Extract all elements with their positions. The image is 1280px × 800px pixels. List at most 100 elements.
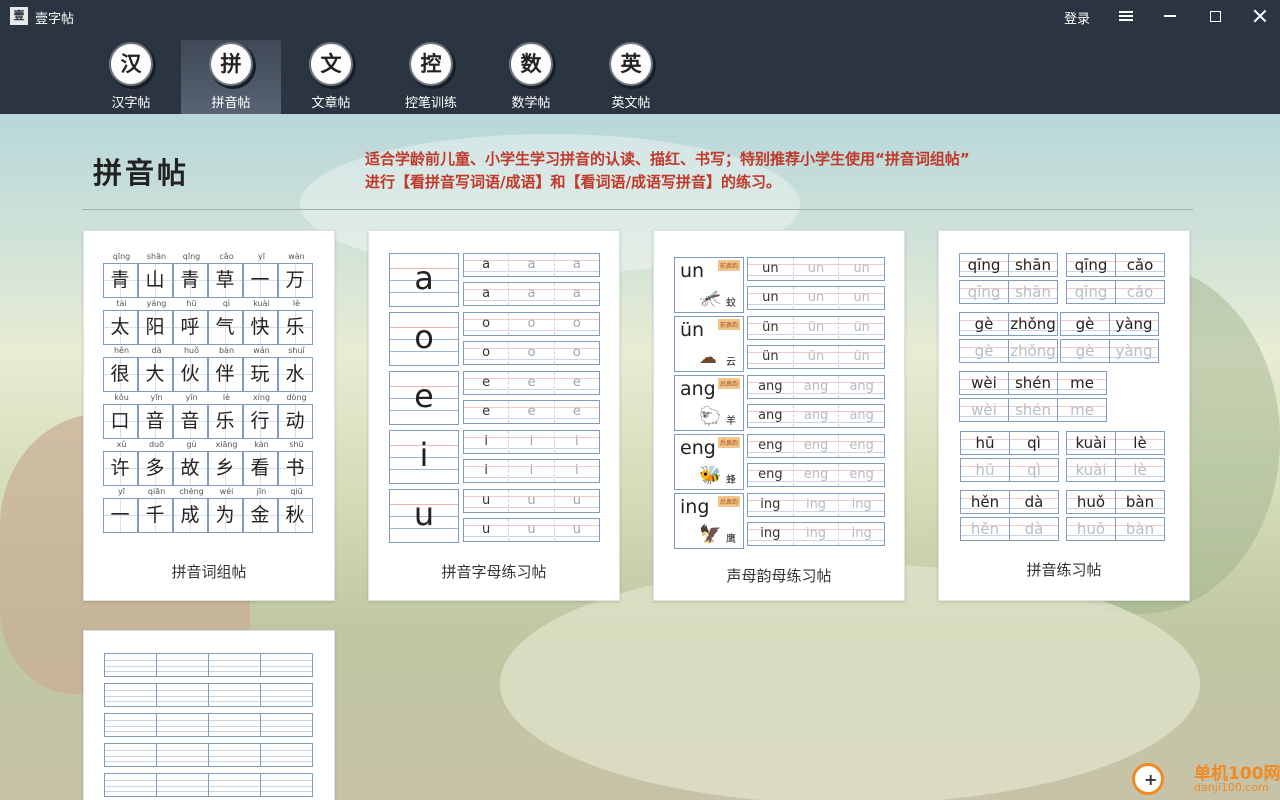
pinyin-cell: zhǒng (1008, 339, 1058, 363)
phrase-row: qīng 青 shān 山 qīng 青 cǎo 草 yī 一 wàn 万 (102, 251, 314, 298)
pinyin-text: duō (148, 440, 165, 449)
letter-practice-line: iii (463, 459, 600, 483)
phrase-cell: hěn 很 (102, 345, 139, 392)
hanzi-char: 多 (137, 451, 173, 486)
nav-tab-article[interactable]: 文 文章帖 (281, 40, 381, 114)
blank-grid-row (104, 773, 313, 797)
pinyin-word-group: hū qì (960, 431, 1059, 455)
letter-text: u (509, 519, 555, 541)
letter-text: e (554, 372, 599, 394)
letter-text: u (509, 490, 555, 512)
letter-text: a (509, 283, 555, 305)
pinyin-word-group: hěn dà (960, 490, 1059, 514)
minimize-icon[interactable] (1158, 4, 1182, 28)
card-initials-finals[interactable]: un 前鼻韵 🦟 蚊 un un un un un un ün 前鼻韵 ☁ 云 ün ün ün ün ün ün an… (653, 230, 905, 601)
pinyin-cell: yàng (1109, 339, 1159, 363)
pinyin-text: shuǐ (288, 346, 305, 355)
letter-text: u (554, 519, 599, 541)
letter-large: o (389, 312, 459, 366)
nav-tab-math[interactable]: 数 数学帖 (481, 40, 581, 114)
brush-badge-icon: 文 (311, 44, 351, 84)
pinyin-cell: yàng (1109, 312, 1159, 336)
brush-badge-icon: 数 (511, 44, 551, 84)
pinyin-word-group: qīng cǎo (1066, 253, 1165, 277)
hanzi-char: 呼 (172, 310, 208, 345)
letter-practice-line: iii (463, 430, 600, 454)
letter-text: o (509, 342, 555, 364)
app-logo-icon: 壹 (10, 7, 28, 25)
finals-char: 羊 (726, 416, 736, 427)
nav-tab-pinyin[interactable]: 拼 拼音帖 (181, 40, 281, 114)
pinyin-text: qīng (112, 252, 131, 261)
pinyin-cell: qì (1009, 431, 1059, 455)
letter-text: i (464, 460, 510, 482)
pinyin-text: yīn (150, 393, 163, 402)
pinyin-word-group: wèi shén me (959, 398, 1107, 422)
card-pinyin-practice[interactable]: qīng shān qīng shān qīng cǎo qīng cǎo gè zhǒng gè z… (938, 230, 1190, 601)
pinyin-cell: shén (1008, 371, 1058, 395)
phrase-cell: yáng 阳 (137, 298, 174, 345)
pinyin-cell: hěn (960, 490, 1010, 514)
finals-practice-line: ang ang ang (747, 404, 885, 428)
pinyin-text: xǔ (116, 440, 127, 449)
finals-text: ün (748, 346, 794, 368)
letter-text: e (554, 401, 599, 423)
pinyin-cell: lè (1115, 458, 1165, 482)
phrase-cell: qīng 青 (102, 251, 139, 298)
phrase-cell: kàn 看 (242, 439, 279, 486)
finals-text: ün (748, 317, 794, 339)
finals-text: ang (748, 376, 794, 398)
card-pinyin-phrase[interactable]: qīng 青 shān 山 qīng 青 cǎo 草 yī 一 wàn 万 tài 太 yáng 阳 hū 呼 qì… (83, 230, 335, 601)
pinyin-text: wán (253, 346, 270, 355)
card-blank-pinyin-grid[interactable] (83, 630, 335, 800)
phrase-cell: dà 大 (137, 345, 174, 392)
maximize-icon[interactable] (1203, 4, 1227, 28)
letter-text: a (509, 254, 555, 276)
pinyin-text: tài (116, 299, 127, 308)
nav-tab-label: 控笔训练 (404, 96, 457, 111)
pinyin-text: hěn (113, 346, 130, 355)
finals-row: ang 后鼻韵 🐑 羊 ang ang ang ang ang ang (674, 375, 885, 431)
finals-practice-line: ing ing ing (747, 522, 885, 546)
finals-pinyin: ang (680, 378, 716, 400)
finals-text: ing (748, 494, 794, 516)
letter-practice-line: aaa (463, 282, 600, 306)
phrase-cell: yī 一 (102, 486, 139, 533)
letter-text: i (509, 431, 555, 453)
card-pinyin-letters[interactable]: aaaaaaaoooooooeeeeeeeiiiiiiiuuuuuuu 拼音字母… (368, 230, 620, 601)
finals-card: eng 后鼻韵 🐝 蜂 (674, 434, 744, 490)
nav-tab-hanzi[interactable]: 汉 汉字帖 (81, 40, 181, 114)
finals-text: ang (839, 376, 885, 398)
pinyin-text: yī (258, 252, 265, 261)
phrase-cell: chéng 成 (172, 486, 209, 533)
phrase-row: hěn 很 dà 大 huǒ 伙 bàn 伴 wán 玩 shuǐ 水 (102, 345, 314, 392)
nav-tab-english[interactable]: 英 英文帖 (581, 40, 681, 114)
phrase-cell: xǔ 许 (102, 439, 139, 486)
pinyin-cell: kuài (1066, 458, 1116, 482)
phrase-cell: gù 故 (172, 439, 209, 486)
nav-tab-label: 拼音帖 (211, 96, 251, 111)
finals-card: un 前鼻韵 🦟 蚊 (674, 257, 744, 313)
finals-text: un (748, 258, 794, 280)
pinyin-text: wàn (288, 252, 305, 261)
pinyin-text: yīn (185, 393, 198, 402)
letter-text: a (464, 283, 510, 305)
finals-text: un (793, 258, 840, 280)
pinyin-text: huǒ (183, 346, 200, 355)
finals-tag: 后鼻韵 (717, 437, 740, 448)
pinyin-text: kàn (254, 440, 269, 449)
finals-text: ün (839, 317, 885, 339)
letter-text: o (464, 342, 510, 364)
menu-icon[interactable] (1114, 4, 1138, 28)
pinyin-word-group: wèi shén me (959, 371, 1107, 395)
close-icon[interactable] (1248, 4, 1272, 28)
letter-text: a (554, 254, 599, 276)
hanzi-char: 音 (137, 404, 173, 439)
title-bar: 壹 壹字帖 登录 (0, 0, 1280, 32)
finals-text: eng (748, 435, 794, 457)
page-title: 拼音帖 (93, 156, 190, 190)
login-button[interactable]: 登录 (1064, 8, 1090, 27)
letter-text: i (464, 431, 510, 453)
nav-tab-pen-control[interactable]: 控 控笔训练 (381, 40, 481, 114)
hanzi-char: 青 (172, 263, 208, 298)
